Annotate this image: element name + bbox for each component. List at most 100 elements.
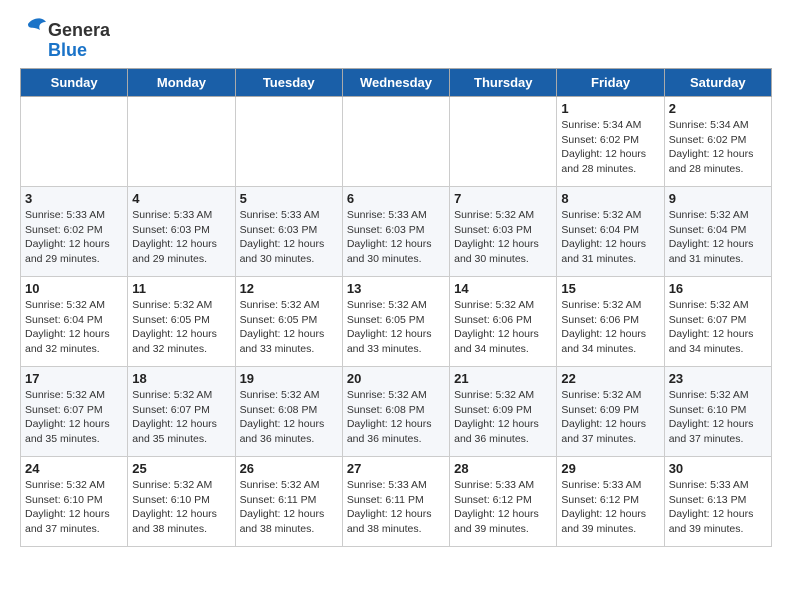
calendar-day-cell: 9Sunrise: 5:32 AM Sunset: 6:04 PM Daylig… <box>664 187 771 277</box>
day-number: 1 <box>561 101 659 116</box>
day-info: Sunrise: 5:32 AM Sunset: 6:09 PM Dayligh… <box>454 388 552 447</box>
day-of-week-header: Tuesday <box>235 69 342 97</box>
day-info: Sunrise: 5:33 AM Sunset: 6:03 PM Dayligh… <box>347 208 445 267</box>
day-info: Sunrise: 5:32 AM Sunset: 6:08 PM Dayligh… <box>347 388 445 447</box>
day-number: 14 <box>454 281 552 296</box>
day-info: Sunrise: 5:32 AM Sunset: 6:05 PM Dayligh… <box>347 298 445 357</box>
day-info: Sunrise: 5:33 AM Sunset: 6:12 PM Dayligh… <box>561 478 659 537</box>
calendar-week-row: 1 Sunrise: 5:34 AM Sunset: 6:02 PM Daylig… <box>21 97 772 187</box>
day-number: 2 <box>669 101 767 116</box>
calendar-day-cell: 22 Sunrise: 5:32 AM Sunset: 6:09 PM Dayli… <box>557 367 664 457</box>
day-number: 8 <box>561 191 659 206</box>
day-number: 28 <box>454 461 552 476</box>
calendar-day-cell: 27 Sunrise: 5:33 AM Sunset: 6:11 PM Dayli… <box>342 457 449 547</box>
calendar-day-cell: 25 Sunrise: 5:32 AM Sunset: 6:10 PM Dayli… <box>128 457 235 547</box>
calendar-table: SundayMondayTuesdayWednesdayThursdayFrid… <box>20 68 772 547</box>
calendar-day-cell: 4 Sunrise: 5:33 AM Sunset: 6:03 PM Daylig… <box>128 187 235 277</box>
day-info: Sunrise: 5:32 AM Sunset: 6:07 PM Dayligh… <box>669 298 767 357</box>
day-info: Sunrise: 5:33 AM Sunset: 6:02 PM Dayligh… <box>25 208 123 267</box>
day-number: 15 <box>561 281 659 296</box>
calendar-day-cell: 2Sunrise: 5:34 AM Sunset: 6:02 PM Daylig… <box>664 97 771 187</box>
day-info: Sunrise: 5:32 AM Sunset: 6:10 PM Dayligh… <box>132 478 230 537</box>
day-number: 26 <box>240 461 338 476</box>
day-number: 22 <box>561 371 659 386</box>
calendar-day-cell: 6Sunrise: 5:33 AM Sunset: 6:03 PM Daylig… <box>342 187 449 277</box>
calendar-day-cell <box>21 97 128 187</box>
calendar-day-cell <box>450 97 557 187</box>
day-of-week-header: Friday <box>557 69 664 97</box>
day-info: Sunrise: 5:32 AM Sunset: 6:10 PM Dayligh… <box>25 478 123 537</box>
logo-svg: GeneralBlue <box>20 16 110 60</box>
calendar-day-cell: 19 Sunrise: 5:32 AM Sunset: 6:08 PM Dayli… <box>235 367 342 457</box>
day-number: 4 <box>132 191 230 206</box>
day-number: 7 <box>454 191 552 206</box>
day-info: Sunrise: 5:32 AM Sunset: 6:04 PM Dayligh… <box>561 208 659 267</box>
calendar-day-cell <box>342 97 449 187</box>
day-info: Sunrise: 5:34 AM Sunset: 6:02 PM Dayligh… <box>561 118 659 177</box>
day-info: Sunrise: 5:33 AM Sunset: 6:12 PM Dayligh… <box>454 478 552 537</box>
calendar-week-row: 24Sunrise: 5:32 AM Sunset: 6:10 PM Dayli… <box>21 457 772 547</box>
day-info: Sunrise: 5:32 AM Sunset: 6:04 PM Dayligh… <box>25 298 123 357</box>
calendar-day-cell: 26 Sunrise: 5:32 AM Sunset: 6:11 PM Dayli… <box>235 457 342 547</box>
day-of-week-header: Wednesday <box>342 69 449 97</box>
day-number: 27 <box>347 461 445 476</box>
calendar-week-row: 10 Sunrise: 5:32 AM Sunset: 6:04 PM Dayli… <box>21 277 772 367</box>
calendar-day-cell: 7 Sunrise: 5:32 AM Sunset: 6:03 PM Daylig… <box>450 187 557 277</box>
day-info: Sunrise: 5:33 AM Sunset: 6:03 PM Dayligh… <box>240 208 338 267</box>
calendar-day-cell: 20 Sunrise: 5:32 AM Sunset: 6:08 PM Dayli… <box>342 367 449 457</box>
calendar-day-cell: 21 Sunrise: 5:32 AM Sunset: 6:09 PM Dayli… <box>450 367 557 457</box>
day-number: 9 <box>669 191 767 206</box>
day-info: Sunrise: 5:32 AM Sunset: 6:05 PM Dayligh… <box>240 298 338 357</box>
day-info: Sunrise: 5:33 AM Sunset: 6:13 PM Dayligh… <box>669 478 767 537</box>
day-number: 13 <box>347 281 445 296</box>
day-info: Sunrise: 5:32 AM Sunset: 6:08 PM Dayligh… <box>240 388 338 447</box>
day-number: 12 <box>240 281 338 296</box>
day-info: Sunrise: 5:32 AM Sunset: 6:03 PM Dayligh… <box>454 208 552 267</box>
day-info: Sunrise: 5:32 AM Sunset: 6:09 PM Dayligh… <box>561 388 659 447</box>
day-info: Sunrise: 5:32 AM Sunset: 6:05 PM Dayligh… <box>132 298 230 357</box>
day-number: 21 <box>454 371 552 386</box>
day-info: Sunrise: 5:32 AM Sunset: 6:06 PM Dayligh… <box>561 298 659 357</box>
day-number: 3 <box>25 191 123 206</box>
calendar-week-row: 17 Sunrise: 5:32 AM Sunset: 6:07 PM Dayli… <box>21 367 772 457</box>
day-number: 20 <box>347 371 445 386</box>
svg-text:Blue: Blue <box>48 40 87 60</box>
calendar-day-cell: 12 Sunrise: 5:32 AM Sunset: 6:05 PM Dayli… <box>235 277 342 367</box>
calendar-day-cell: 30 Sunrise: 5:33 AM Sunset: 6:13 PM Dayli… <box>664 457 771 547</box>
day-info: Sunrise: 5:32 AM Sunset: 6:07 PM Dayligh… <box>25 388 123 447</box>
calendar-day-cell <box>128 97 235 187</box>
calendar-day-cell: 17 Sunrise: 5:32 AM Sunset: 6:07 PM Dayli… <box>21 367 128 457</box>
day-info: Sunrise: 5:33 AM Sunset: 6:11 PM Dayligh… <box>347 478 445 537</box>
calendar-day-cell: 1 Sunrise: 5:34 AM Sunset: 6:02 PM Daylig… <box>557 97 664 187</box>
calendar-day-cell: 23Sunrise: 5:32 AM Sunset: 6:10 PM Dayli… <box>664 367 771 457</box>
day-number: 30 <box>669 461 767 476</box>
day-number: 16 <box>669 281 767 296</box>
day-info: Sunrise: 5:32 AM Sunset: 6:06 PM Dayligh… <box>454 298 552 357</box>
day-number: 25 <box>132 461 230 476</box>
calendar-day-cell: 13 Sunrise: 5:32 AM Sunset: 6:05 PM Dayli… <box>342 277 449 367</box>
day-of-week-header: Saturday <box>664 69 771 97</box>
day-of-week-header: Sunday <box>21 69 128 97</box>
day-info: Sunrise: 5:32 AM Sunset: 6:11 PM Dayligh… <box>240 478 338 537</box>
calendar-day-cell: 18Sunrise: 5:32 AM Sunset: 6:07 PM Dayli… <box>128 367 235 457</box>
day-number: 11 <box>132 281 230 296</box>
calendar-day-cell: 16 Sunrise: 5:32 AM Sunset: 6:07 PM Dayli… <box>664 277 771 367</box>
day-number: 5 <box>240 191 338 206</box>
day-of-week-header: Monday <box>128 69 235 97</box>
calendar-day-cell <box>235 97 342 187</box>
day-number: 10 <box>25 281 123 296</box>
svg-text:General: General <box>48 20 110 40</box>
calendar-day-cell: 15 Sunrise: 5:32 AM Sunset: 6:06 PM Dayli… <box>557 277 664 367</box>
calendar-day-cell: 8 Sunrise: 5:32 AM Sunset: 6:04 PM Daylig… <box>557 187 664 277</box>
day-info: Sunrise: 5:32 AM Sunset: 6:10 PM Dayligh… <box>669 388 767 447</box>
calendar-day-cell: 24Sunrise: 5:32 AM Sunset: 6:10 PM Dayli… <box>21 457 128 547</box>
calendar-week-row: 3 Sunrise: 5:33 AM Sunset: 6:02 PM Daylig… <box>21 187 772 277</box>
day-of-week-header: Thursday <box>450 69 557 97</box>
day-number: 18 <box>132 371 230 386</box>
calendar-day-cell: 29Sunrise: 5:33 AM Sunset: 6:12 PM Dayli… <box>557 457 664 547</box>
day-info: Sunrise: 5:33 AM Sunset: 6:03 PM Dayligh… <box>132 208 230 267</box>
day-number: 17 <box>25 371 123 386</box>
day-number: 19 <box>240 371 338 386</box>
logo: GeneralBlue <box>20 16 110 60</box>
calendar-day-cell: 3 Sunrise: 5:33 AM Sunset: 6:02 PM Daylig… <box>21 187 128 277</box>
